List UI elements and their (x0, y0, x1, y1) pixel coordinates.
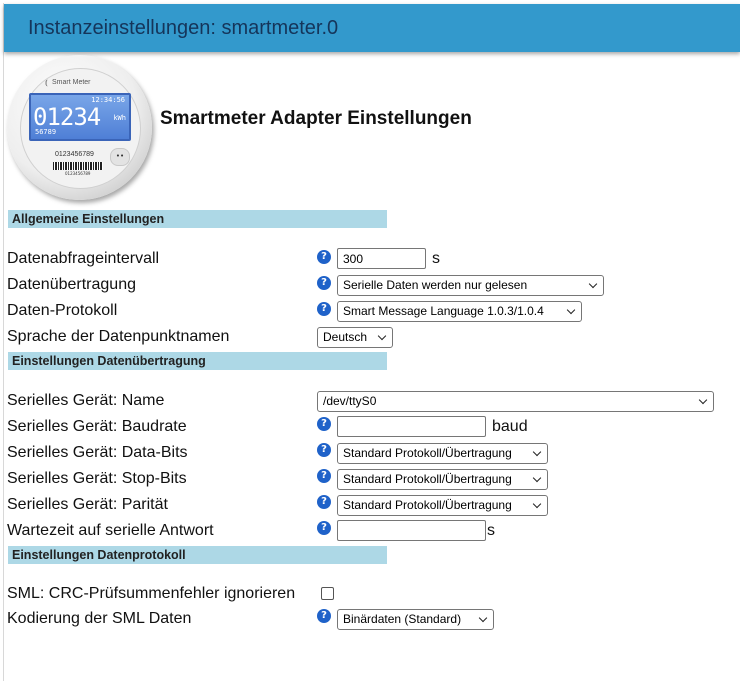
meter-display: 12:34:56 01234 kWh 56789 (29, 93, 131, 141)
encoding-select-value: Binärdaten (Standard) (343, 612, 462, 626)
meter-sub-reading: 56789 (35, 128, 57, 136)
section-title: Einstellungen Datenübertragung (12, 354, 206, 368)
section-header-protocol: Einstellungen Datenprotokoll (8, 546, 387, 564)
databits-select-value: Standard Protokoll/Übertragung (343, 446, 512, 460)
baudrate-input[interactable] (337, 416, 486, 437)
barcode-number: 0123456789 (65, 171, 91, 176)
section-title: Allgemeine Einstellungen (12, 212, 165, 226)
help-icon[interactable]: ? (317, 302, 331, 316)
chevron-down-icon (698, 395, 708, 405)
chevron-down-icon (566, 305, 576, 315)
section-header-general: Allgemeine Einstellungen (8, 210, 387, 228)
stopbits-select[interactable]: Standard Protokoll/Übertragung (337, 469, 548, 490)
window-title: Instanzeinstellungen: smartmeter.0 (28, 17, 339, 39)
chevron-down-icon (532, 499, 542, 509)
interval-label: Datenabfrageintervall (7, 250, 160, 267)
stopbits-select-value: Standard Protokoll/Übertragung (343, 472, 512, 486)
crc-label: SML: CRC-Prüfsummenfehler ignorieren (7, 585, 296, 602)
serial-name-label: Serielles Gerät: Name (7, 392, 165, 409)
meter-button: •• (110, 148, 130, 166)
interval-input[interactable] (337, 248, 426, 269)
wait-input[interactable] (337, 520, 486, 541)
parity-select[interactable]: Standard Protokoll/Übertragung (337, 495, 548, 516)
chevron-down-icon (478, 613, 488, 623)
help-icon[interactable]: ? (317, 443, 331, 457)
smartmeter-logo: ⦅ Smart Meter 12:34:56 01234 kWh 56789 0… (7, 55, 152, 200)
help-icon[interactable]: ? (317, 469, 331, 483)
parity-select-value: Standard Protokoll/Übertragung (343, 498, 512, 512)
help-icon[interactable]: ? (317, 250, 331, 264)
help-icon[interactable]: ? (317, 609, 331, 623)
language-select-value: Deutsch (323, 330, 368, 344)
chevron-down-icon (532, 473, 542, 483)
title-bar: Instanzeinstellungen: smartmeter.0 (4, 4, 740, 52)
interval-unit: s (432, 250, 440, 267)
language-select[interactable]: Deutsch (317, 327, 393, 348)
protocol-label: Daten-Protokoll (7, 302, 118, 319)
meter-serial: 0123456789 (55, 151, 94, 158)
parity-label: Serielles Gerät: Parität (7, 496, 168, 513)
serial-name-select[interactable]: /dev/ttyS0 (317, 391, 714, 412)
protocol-select-value: Smart Message Language 1.0.3/1.0.4 (343, 304, 544, 318)
chevron-down-icon (532, 447, 542, 457)
stopbits-label: Serielles Gerät: Stop-Bits (7, 470, 187, 487)
chevron-down-icon (588, 279, 598, 289)
meter-unit: kWh (113, 114, 126, 122)
transfer-select[interactable]: Serielle Daten werden nur gelesen (337, 275, 604, 296)
help-icon[interactable]: ? (317, 417, 331, 431)
help-icon[interactable]: ? (317, 521, 331, 535)
crc-checkbox[interactable] (321, 587, 334, 600)
wait-label: Wartezeit auf serielle Antwort (7, 522, 214, 539)
wait-unit: s (487, 522, 495, 539)
databits-select[interactable]: Standard Protokoll/Übertragung (337, 443, 548, 464)
baudrate-label: Serielles Gerät: Baudrate (7, 418, 187, 435)
serial-name-select-value: /dev/ttyS0 (323, 394, 377, 408)
meter-reading: 01234 (33, 103, 101, 131)
help-icon[interactable]: ? (317, 495, 331, 509)
section-header-transfer: Einstellungen Datenübertragung (8, 352, 387, 370)
settings-window: Instanzeinstellungen: smartmeter.0 ⦅ Sma… (0, 0, 740, 681)
protocol-select[interactable]: Smart Message Language 1.0.3/1.0.4 (337, 301, 582, 322)
baudrate-unit: baud (492, 418, 528, 435)
transfer-select-value: Serielle Daten werden nur gelesen (343, 278, 528, 292)
encoding-label: Kodierung der SML Daten (7, 610, 192, 627)
language-label: Sprache der Datenpunktnamen (7, 328, 230, 345)
barcode-icon (53, 162, 103, 170)
page-title: Smartmeter Adapter Einstellungen (160, 108, 472, 129)
meter-brand: Smart Meter (52, 79, 91, 86)
databits-label: Serielles Gerät: Data-Bits (7, 444, 188, 461)
help-icon[interactable]: ? (317, 276, 331, 290)
section-title: Einstellungen Datenprotokoll (12, 548, 186, 562)
chevron-down-icon (377, 331, 387, 341)
transfer-label: Datenübertragung (7, 276, 136, 293)
encoding-select[interactable]: Binärdaten (Standard) (337, 609, 494, 630)
signal-icon: ⦅ (45, 78, 48, 87)
window-border (3, 3, 4, 681)
